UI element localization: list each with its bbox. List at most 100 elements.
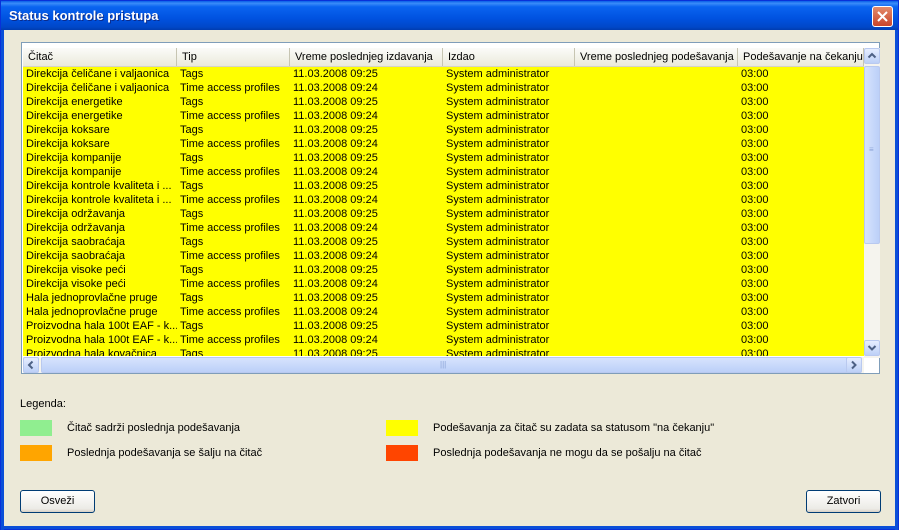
table-row[interactable]: Direkcija koksare Time access profiles 11.… [23,137,864,151]
column-header[interactable]: Vreme poslednjeg izdavanja [290,48,443,66]
table-cell: System administrator [446,278,550,290]
title-bar[interactable]: Status kontrole pristupa [1,1,898,30]
table-cell: 11.03.2008 09:25 [293,320,378,332]
horizontal-scroll-thumb[interactable]: ||| [41,357,849,373]
table-cell: 11.03.2008 09:24 [293,250,378,262]
column-header[interactable]: Vreme poslednjeg podešavanja [575,48,738,66]
horizontal-scrollbar[interactable]: ||| [23,357,864,373]
table-cell: Tags [180,236,204,248]
list-header: Čitač Tip Vreme poslednjeg izdavanja Izdao V… [23,48,864,67]
table-cell [575,95,738,109]
table-cell: 11.03.2008 09:24 [293,222,378,234]
table-cell: 03:00 [741,292,769,304]
table-cell: Direkcija kompanije [26,152,122,164]
table-cell [575,109,738,123]
table-cell: 11.03.2008 09:25 [293,264,378,276]
table-cell: Direkcija visoke peći [26,264,126,276]
vertical-scrollbar[interactable]: ≡ [864,48,880,358]
table-row[interactable]: Proizvodna hala 100t EAF - k... Tags 11.03… [23,319,864,333]
thumb-grip-icon: ≡ [869,145,874,154]
table-row[interactable]: Direkcija kontrole kvaliteta i ... Time a… [23,193,864,207]
table-row[interactable]: Direkcija energetike Tags 11.03.2008 09:25… [23,95,864,109]
table-cell: Hala jednoprovlačne pruge [26,292,158,304]
table-row[interactable]: Direkcija održavanja Tags 11.03.2008 09:25… [23,207,864,221]
table-cell: Tags [180,152,204,164]
table-row[interactable]: Hala jednoprovlačne pruge Time access pro… [23,305,864,319]
table-row[interactable]: Direkcija kompanije Tags 11.03.2008 09:25 S… [23,151,864,165]
table-cell: Direkcija kompanije [26,166,122,178]
table-row[interactable]: Direkcija održavanja Time access profiles… [23,221,864,235]
table-cell: Direkcija koksare [26,138,110,150]
table-cell: System administrator [446,250,550,262]
table-row[interactable]: Hala jednoprovlačne pruge Tags 11.03.2008 … [23,291,864,305]
table-cell [575,67,738,81]
table-cell: Time access profiles [180,194,280,206]
table-cell: Direkcija čeličane i valjaonica [26,82,170,94]
scroll-down-button[interactable] [864,340,880,356]
refresh-button[interactable]: Osveži [20,490,95,513]
table-cell: 03:00 [741,82,769,94]
scroll-up-button[interactable] [864,48,880,64]
table-row[interactable]: Proizvodna hala 100t EAF - k... Time acce… [23,333,864,347]
table-cell: Tags [180,320,204,332]
table-cell [575,319,738,333]
window-frame-left [1,30,4,530]
table-row[interactable]: Direkcija saobraćaja Tags 11.03.2008 09:25… [23,235,864,249]
table-cell: 11.03.2008 09:25 [293,68,378,80]
table-row[interactable]: Direkcija kompanije Time access profiles 1… [23,165,864,179]
table-row[interactable]: Direkcija visoke peći Tags 11.03.2008 09:2… [23,263,864,277]
table-cell: 11.03.2008 09:25 [293,292,378,304]
table-cell: 03:00 [741,208,769,220]
scroll-left-button[interactable] [23,357,39,373]
table-cell: 03:00 [741,180,769,192]
legend-swatch-red [386,445,418,461]
table-cell: Direkcija visoke peći [26,278,126,290]
table-cell: 03:00 [741,138,769,150]
table-row[interactable]: Direkcija čeličane i valjaonica Time acce… [23,81,864,95]
table-row[interactable]: Proizvodna hala kovačnica Tags 11.03.2008 … [23,347,864,356]
table-cell [575,277,738,291]
window-frame-bottom [1,526,898,529]
vertical-scroll-thumb[interactable]: ≡ [864,66,880,244]
table-row[interactable]: Direkcija kontrole kvaliteta i ... Tags 11… [23,179,864,193]
table-cell: System administrator [446,320,550,332]
column-header[interactable]: Tip [177,48,290,66]
column-header[interactable]: Čitač [23,48,177,66]
table-cell: Time access profiles [180,334,280,346]
table-cell [575,137,738,151]
table-cell: System administrator [446,180,550,192]
table-row[interactable]: Direkcija saobraćaja Time access profiles… [23,249,864,263]
table-row[interactable]: Direkcija čeličane i valjaonica Tags 11.03… [23,67,864,81]
status-list[interactable]: Čitač Tip Vreme poslednjeg izdavanja Izdao V… [23,48,864,356]
table-cell [575,221,738,235]
table-cell: Direkcija održavanja [26,222,126,234]
table-cell: 11.03.2008 09:24 [293,138,378,150]
close-button[interactable]: Zatvori [806,490,881,513]
table-row[interactable]: Direkcija visoke peći Time access profile… [23,277,864,291]
table-cell: Hala jednoprovlačne pruge [26,306,158,318]
table-cell [575,291,738,305]
table-cell: 11.03.2008 09:24 [293,166,378,178]
table-cell: Time access profiles [180,306,280,318]
table-cell [575,305,738,319]
window-close-button[interactable] [872,6,893,27]
table-cell: Tags [180,96,204,108]
table-cell: 11.03.2008 09:24 [293,82,378,94]
scroll-right-button[interactable] [846,357,862,373]
legend-label-yellow: Podešavanja za čitač su zadata sa status… [433,422,715,434]
legend-swatch-yellow [386,420,418,436]
table-row[interactable]: Direkcija energetike Time access profiles… [23,109,864,123]
table-cell [575,151,738,165]
column-header[interactable]: Podešavanje na čekanju [738,48,864,66]
table-cell: Tags [180,348,204,356]
table-cell: System administrator [446,264,550,276]
column-header[interactable]: Izdao [443,48,575,66]
table-cell: Tags [180,124,204,136]
table-cell: Direkcija čeličane i valjaonica [26,68,170,80]
arrow-left-icon [27,360,34,370]
table-cell: Time access profiles [180,110,280,122]
table-cell: 03:00 [741,236,769,248]
table-cell: 03:00 [741,124,769,136]
table-cell: Proizvodna hala kovačnica [26,348,157,356]
table-row[interactable]: Direkcija koksare Tags 11.03.2008 09:25 Sys… [23,123,864,137]
